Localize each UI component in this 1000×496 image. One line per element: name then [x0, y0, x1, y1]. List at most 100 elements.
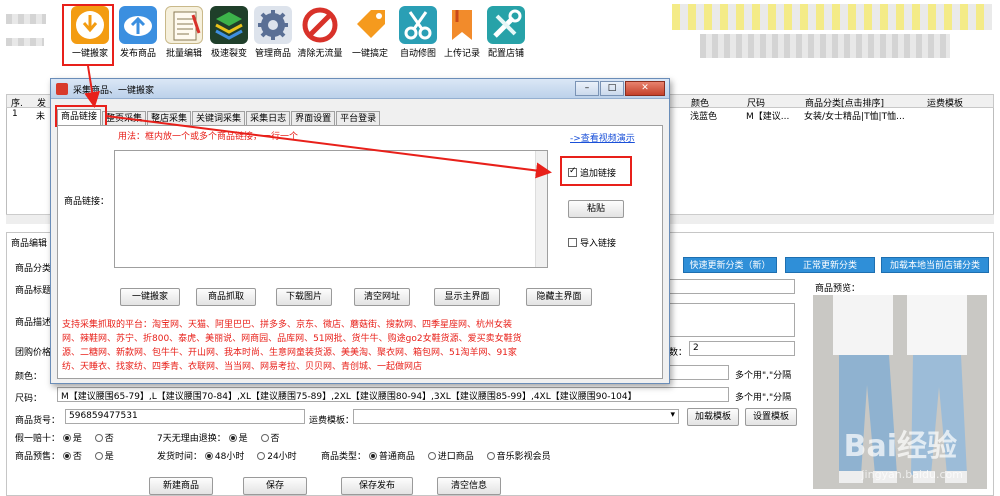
radio-label: 否 [72, 452, 82, 462]
highlight-append-link [560, 156, 632, 186]
freight-label: 运费模板： [309, 416, 355, 426]
tab-ui-settings[interactable]: 界面设置 [291, 111, 336, 126]
category-label: 商品分类 [15, 264, 52, 274]
radio-label: 否 [104, 434, 114, 444]
ship-24-radio[interactable]: 24小时 [257, 452, 297, 462]
return-yes-radio[interactable]: 是 [228, 434, 248, 444]
toolbar-config-store-button[interactable]: 配置店铺 [480, 6, 532, 64]
tab-platform-login[interactable]: 平台登录 [336, 111, 381, 126]
grid-cell: 1 [12, 109, 18, 119]
hide-main-button[interactable]: 隐藏主界面 [526, 288, 592, 306]
fake-yes-radio[interactable]: 是 [62, 434, 82, 444]
collect-dialog: 采集商品、一键搬家 – □ ✕ 商品链接 整页采集 整店采集 关键词采集 采集日志 界面设置平… [50, 78, 670, 384]
toolbar-one-click-done-button[interactable]: 一键搞定 [344, 6, 396, 64]
watermark-url: jingyan.baidu.com [861, 468, 963, 481]
toolbar-manage-products-button[interactable]: 管理商品 [247, 6, 299, 64]
minimize-icon[interactable]: – [575, 81, 599, 96]
color-multi-hint: 多个用","分隔 [735, 371, 792, 381]
load-local-category-button[interactable]: 加载本地当前店铺分类 [881, 257, 989, 273]
gear-icon [254, 6, 292, 44]
checkbox-icon [568, 238, 577, 247]
toolbar-label: 发布商品 [119, 49, 156, 59]
return-group: 7天无理由退换： 是 否 [157, 431, 290, 444]
load-template-button[interactable]: 加载模板 [687, 408, 739, 426]
save-button[interactable]: 保存 [243, 477, 307, 495]
presale-yes-radio[interactable]: 是 [94, 452, 114, 462]
toolbar-publish-button[interactable]: 发布商品 [112, 6, 164, 64]
fake-no-radio[interactable]: 否 [94, 434, 114, 444]
radio-icon [94, 434, 103, 442]
clear-urls-button[interactable]: 清空网址 [354, 288, 410, 306]
radio-label: 进口商品 [437, 452, 474, 462]
normal-update-category-button[interactable]: 正常更新分类 [785, 257, 875, 273]
download-images-button[interactable]: 下载图片 [276, 288, 332, 306]
textarea-scrollbar[interactable] [535, 151, 547, 267]
blurred-banner-2 [700, 34, 950, 58]
product-link-label: 商品链接： [64, 197, 110, 207]
title-input[interactable] [669, 279, 795, 294]
count-input[interactable]: 2 [689, 341, 795, 356]
checkbox-label: 导入链接 [580, 239, 617, 249]
size-label: 尺码： [15, 394, 43, 404]
radio-label: 是 [238, 434, 248, 444]
quick-update-category-button[interactable]: 快速更新分类（新） [683, 257, 777, 273]
no-entry-icon [301, 6, 339, 44]
blurred-text [6, 38, 44, 46]
maximize-icon[interactable]: □ [600, 81, 624, 96]
blurred-banner [672, 4, 992, 30]
sku-label: 商品货号： [15, 416, 61, 426]
group-price-label: 团购价格 [15, 348, 52, 358]
presale-label: 商品预售： [15, 452, 61, 462]
save-publish-button[interactable]: 保存发布 [341, 477, 413, 495]
section-title: 商品编辑 [11, 239, 48, 249]
close-icon[interactable]: ✕ [625, 81, 665, 96]
return-label: 7天无理由退换： [157, 434, 226, 444]
tab-keyword-collect[interactable]: 关键词采集 [192, 111, 246, 126]
radio-icon [204, 452, 213, 460]
tab-collect-log[interactable]: 采集日志 [246, 111, 291, 126]
dialog-titlebar[interactable]: 采集商品、一键搬家 – □ ✕ [51, 79, 669, 99]
type-import-radio[interactable]: 进口商品 [427, 452, 474, 462]
video-demo-link[interactable]: ->查看视频演示 [570, 131, 635, 144]
tab-page-collect[interactable]: 整页采集 [102, 111, 147, 126]
desc-label: 商品描述 [15, 318, 52, 328]
type-normal-radio[interactable]: 普通商品 [368, 452, 415, 462]
sku-input[interactable]: 596859477531 [65, 409, 305, 424]
usage-hint: 用法：框内放一个或多个商品链接，一行一个 [118, 132, 299, 142]
radio-icon [368, 452, 377, 460]
preview-label: 商品预览： [815, 284, 861, 294]
grid-cell: 女装/女士精品|T恤|T恤... [804, 112, 905, 122]
tag-icon [351, 6, 389, 44]
app-logo-icon [56, 83, 68, 95]
main-toolbar: 一键搬家 发布商品 批量编辑 极速裂变 管理商品 清除无流量 一键搞定 自动修图… [0, 0, 1000, 66]
blurred-logo [6, 14, 46, 24]
window-controls: – □ ✕ [574, 81, 665, 96]
supported-platforms-text: 支持采集抓取的平台：淘宝网、天猫、阿里巴巴、拼多多、京东、微店、蘑菇街、搜款网、… [62, 320, 522, 372]
clear-info-button[interactable]: 清空信息 [437, 477, 501, 495]
product-grab-button[interactable]: 商品抓取 [196, 288, 256, 306]
ship-48-radio[interactable]: 48小时 [204, 452, 244, 462]
type-music-radio[interactable]: 音乐影视会员 [486, 452, 551, 462]
import-link-checkbox[interactable]: 导入链接 [568, 236, 616, 249]
freight-select[interactable]: ▾ [353, 409, 679, 424]
size-input[interactable]: M【建议腰围65-79】,L【建议腰围70-84】,XL【建议腰围75-89】,… [57, 387, 729, 402]
product-link-textarea[interactable] [114, 150, 548, 268]
radio-icon [94, 452, 103, 460]
toolbar-clear-no-traffic-button[interactable]: 清除无流量 [294, 6, 346, 64]
desc-input[interactable] [669, 303, 795, 337]
title-label: 商品标题 [15, 286, 52, 296]
presale-no-radio[interactable]: 否 [62, 452, 82, 462]
one-click-move-button[interactable]: 一键搬家 [120, 288, 180, 306]
layers-icon [210, 6, 248, 44]
set-template-button[interactable]: 设置模板 [745, 408, 797, 426]
highlight-one-click-move [62, 4, 114, 66]
toolbar-label: 清除无流量 [297, 49, 343, 59]
show-main-button[interactable]: 显示主界面 [434, 288, 500, 306]
radio-icon [427, 452, 436, 460]
return-no-radio[interactable]: 否 [260, 434, 280, 444]
tab-store-collect[interactable]: 整店采集 [147, 111, 192, 126]
new-product-button[interactable]: 新建商品 [149, 477, 213, 495]
radio-label: 24小时 [267, 452, 297, 462]
color-input-tail[interactable] [669, 365, 729, 380]
paste-button[interactable]: 粘贴 [568, 200, 624, 218]
